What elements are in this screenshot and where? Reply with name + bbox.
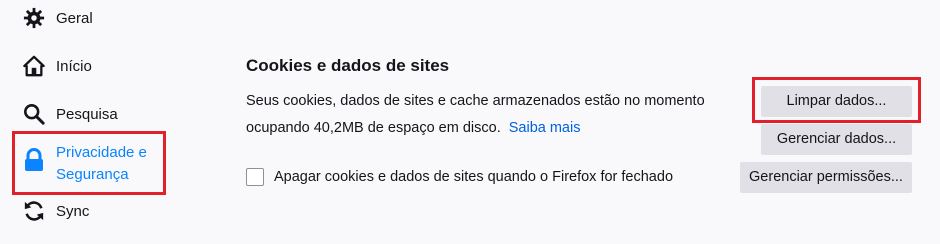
sidebar-item-home[interactable]: Início <box>22 54 92 78</box>
manage-data-button[interactable]: Gerenciar dados... <box>761 124 912 155</box>
sidebar-item-search[interactable]: Pesquisa <box>22 102 118 126</box>
sidebar-item-general[interactable]: Geral <box>22 6 93 30</box>
learn-more-link[interactable]: Saiba mais <box>509 120 581 136</box>
clear-data-button[interactable]: Limpar dados... <box>761 86 912 117</box>
sidebar-item-privacy[interactable]: Privacidade e Segurança <box>22 142 166 186</box>
sidebar-item-label: Pesquisa <box>56 105 118 123</box>
sidebar-item-label: Início <box>56 57 92 75</box>
clear-on-close-label: Apagar cookies e dados de sites quando o… <box>274 169 674 185</box>
section-title: Cookies e dados de sites <box>246 56 450 75</box>
sync-icon <box>22 199 46 223</box>
storage-description: Seus cookies, dados de sites e cache arm… <box>246 88 726 142</box>
gear-icon <box>22 6 46 30</box>
sidebar-item-sync[interactable]: Sync <box>22 199 89 223</box>
sidebar-item-label: Privacidade e Segurança <box>56 144 147 183</box>
home-icon <box>22 54 46 78</box>
storage-description-text: Seus cookies, dados de sites e cache arm… <box>246 93 705 136</box>
sidebar-item-label: Geral <box>56 9 93 27</box>
lock-icon <box>22 148 46 172</box>
clear-on-close-checkbox[interactable] <box>246 168 264 186</box>
sidebar-item-label: Sync <box>56 202 90 220</box>
manage-permissions-button[interactable]: Gerenciar permissões... <box>740 162 912 193</box>
search-icon <box>22 102 46 126</box>
sidebar: Geral Início Pesquisa Privacidade e Segu… <box>0 0 218 244</box>
clear-on-close-option[interactable]: Apagar cookies e dados de sites quando o… <box>246 168 673 186</box>
